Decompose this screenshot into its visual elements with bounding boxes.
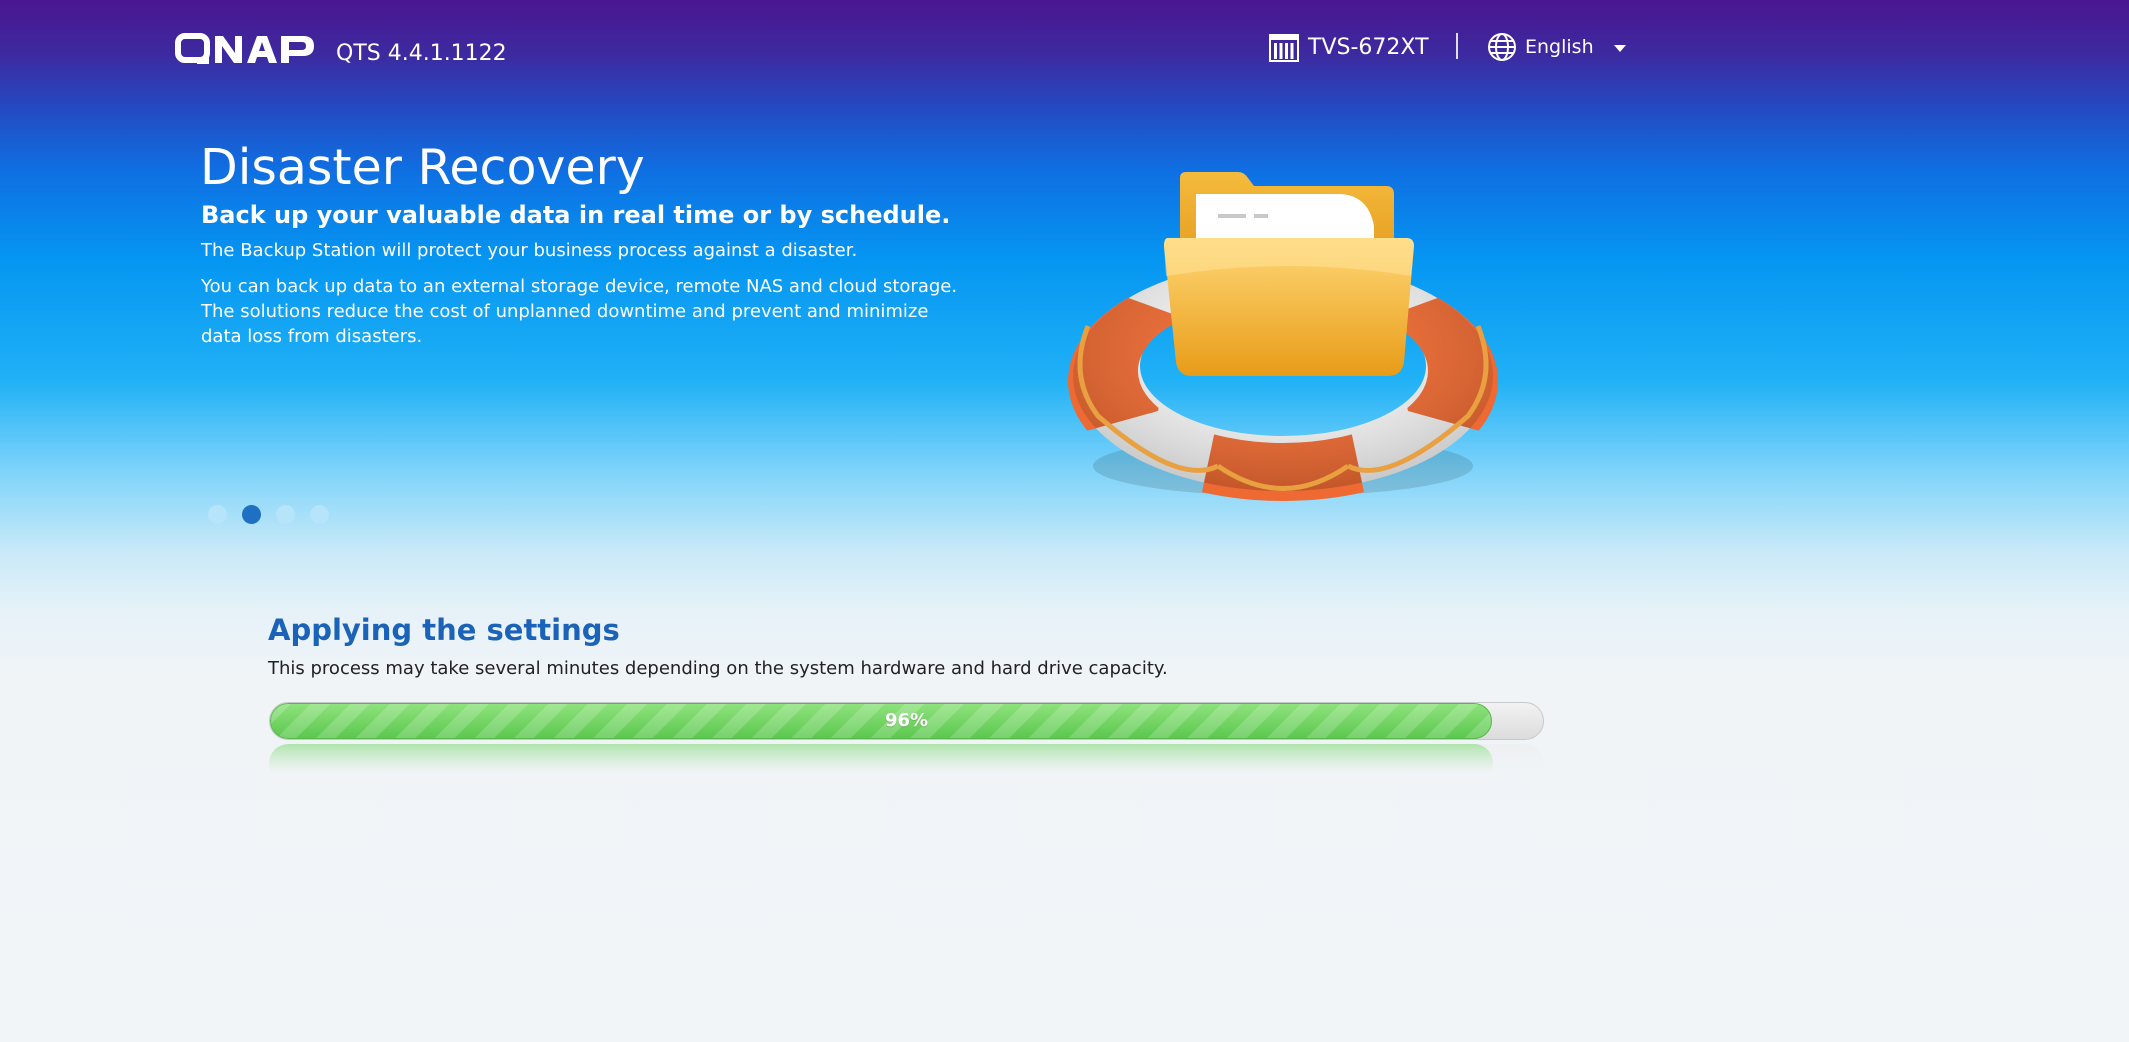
chevron-down-icon xyxy=(1613,45,1626,52)
language-label: English xyxy=(1525,36,1594,58)
language-selector[interactable]: English xyxy=(1487,32,1626,62)
device-info: TVS-672XT xyxy=(1269,33,1429,63)
header-divider xyxy=(1456,33,1458,59)
slide-dot-3[interactable] xyxy=(276,505,295,524)
progress-percent: 96% xyxy=(884,710,929,731)
progress-bar-reflection xyxy=(269,744,1544,782)
slide-pagination xyxy=(208,505,344,524)
slide-description-1: The Backup Station will protect your bus… xyxy=(201,240,858,261)
slide-subtitle: Back up your valuable data in real time … xyxy=(201,201,951,229)
slide-dot-4[interactable] xyxy=(310,505,329,524)
slide-dot-2[interactable] xyxy=(242,505,261,524)
nas-device-icon xyxy=(1269,34,1299,62)
slide-description-2: You can back up data to an external stor… xyxy=(201,276,958,347)
globe-icon xyxy=(1488,33,1516,61)
qnap-logo xyxy=(175,33,314,64)
progress-bar: 96% xyxy=(269,702,1544,740)
progress-description: This process may take several minutes de… xyxy=(268,658,1168,679)
lifebuoy-folder-illustration xyxy=(1068,172,1498,501)
progress-title: Applying the settings xyxy=(268,613,620,647)
firmware-version: QTS 4.4.1.1122 xyxy=(336,41,507,66)
device-name: TVS-672XT xyxy=(1308,35,1429,60)
slide-dot-1[interactable] xyxy=(208,505,227,524)
slide-title: Disaster Recovery xyxy=(200,139,645,196)
progress-bar-reflection-fill xyxy=(269,744,1493,782)
